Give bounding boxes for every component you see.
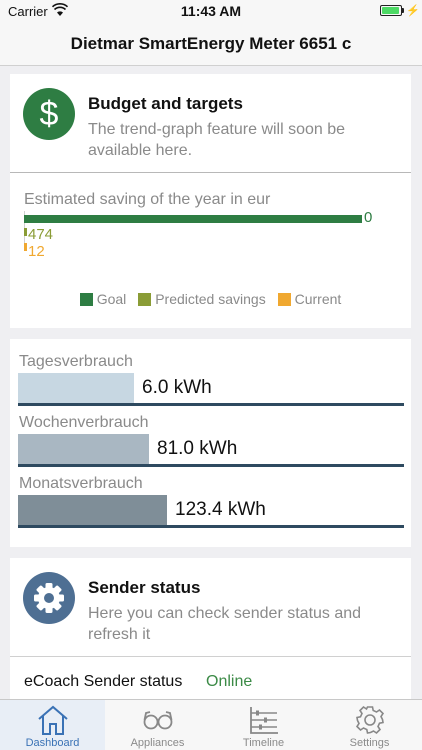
meter-baseline-monthly	[18, 525, 404, 528]
meter-bar-monthly	[18, 495, 167, 525]
dollar-glyph: $	[39, 95, 59, 133]
meter-bar-daily	[18, 373, 134, 403]
tab-label-dashboard: Dashboard	[25, 737, 80, 749]
bar-label-goal: 0	[364, 209, 373, 226]
glasses-icon	[143, 711, 173, 730]
legend-swatch-predicted-savings	[138, 293, 152, 306]
legend-label-current: Current	[294, 291, 342, 307]
settings-icon	[355, 705, 385, 735]
budget-description: The trend-graph feature will soon be ava…	[88, 121, 346, 159]
meter-baseline-daily	[18, 403, 404, 406]
tab-label-settings: Settings	[349, 737, 390, 749]
navigation-bar: Dietmar SmartEnergy Meter 6651 c	[0, 22, 422, 66]
sender-description: Here you can check sender status and ref…	[88, 605, 362, 643]
tab-appliances[interactable]: Appliances	[105, 700, 210, 750]
tab-dashboard[interactable]: Dashboard	[0, 700, 105, 750]
sender-status-label: eCoach Sender status	[24, 673, 183, 690]
meter-value-monthly: 123.4 kWh	[175, 499, 266, 520]
legend-item-goal: Goal	[79, 291, 127, 307]
legend-label-predicted-savings: Predicted savings	[155, 291, 266, 307]
budget-card[interactable]: $ Budget and targets The trend-graph fea…	[10, 74, 411, 328]
legend-item-predicted-savings: Predicted savings	[138, 291, 266, 307]
meter-label-monthly: Monatsverbrauch	[19, 475, 143, 492]
sender-status-card[interactable]: Sender status Here you can check sender …	[10, 558, 411, 703]
legend-swatch-goal	[79, 293, 93, 306]
bar-predicted-savings	[24, 228, 27, 236]
chart-title: Estimated saving of the year in eur	[24, 191, 271, 208]
sender-status-value: Online	[206, 673, 253, 690]
gear-icon	[23, 572, 75, 624]
meter-weekly: Wochenverbrauch 81.0 kWh	[18, 414, 404, 472]
tab-timeline[interactable]: Timeline	[211, 700, 316, 750]
battery-icon: ⚡	[380, 5, 420, 17]
bar-goal	[24, 215, 362, 223]
timeline-icon	[250, 707, 278, 734]
page-title: Dietmar SmartEnergy Meter 6651 c	[70, 34, 352, 53]
chart-legend: Goal Predicted savings Current	[10, 291, 411, 307]
savings-chart: Estimated saving of the year in eur 0 47…	[10, 173, 411, 328]
bar-label-predicted-savings: 474	[28, 226, 54, 243]
tab-label-timeline: Timeline	[242, 737, 285, 749]
charging-icon: ⚡	[406, 5, 420, 17]
status-bar: Carrier 11:43 AM ⚡	[0, 0, 422, 22]
consumption-card: Tagesverbrauch 6.0 kWh Wochenverbrauch 8…	[10, 339, 411, 547]
sender-status-row[interactable]: eCoach Sender status Online	[10, 656, 411, 703]
legend-item-current: Current	[277, 291, 342, 307]
home-icon	[38, 705, 68, 735]
sender-title: Sender status	[88, 578, 201, 597]
meter-label-daily: Tagesverbrauch	[19, 353, 133, 370]
clock-time: 11:43 AM	[180, 3, 242, 19]
tab-bar: Dashboard Appliances Timeline Settings	[0, 699, 422, 750]
budget-title: Budget and targets	[88, 94, 243, 113]
tab-label-appliances: Appliances	[130, 737, 185, 749]
meter-label-weekly: Wochenverbrauch	[19, 414, 149, 431]
meter-monthly: Monatsverbrauch 123.4 kWh	[18, 475, 404, 533]
bar-current	[24, 243, 27, 251]
meter-daily: Tagesverbrauch 6.0 kWh	[18, 353, 404, 411]
meter-baseline-weekly	[18, 464, 404, 467]
meter-value-weekly: 81.0 kWh	[157, 438, 238, 459]
dollar-icon: $	[23, 88, 75, 140]
tab-settings[interactable]: Settings	[317, 700, 422, 750]
gear-glyph	[34, 583, 64, 613]
legend-swatch-current	[277, 293, 291, 306]
meter-bar-weekly	[18, 434, 149, 464]
legend-label-goal: Goal	[96, 291, 127, 307]
meter-value-daily: 6.0 kWh	[142, 377, 212, 398]
bar-label-current: 12	[28, 243, 45, 260]
